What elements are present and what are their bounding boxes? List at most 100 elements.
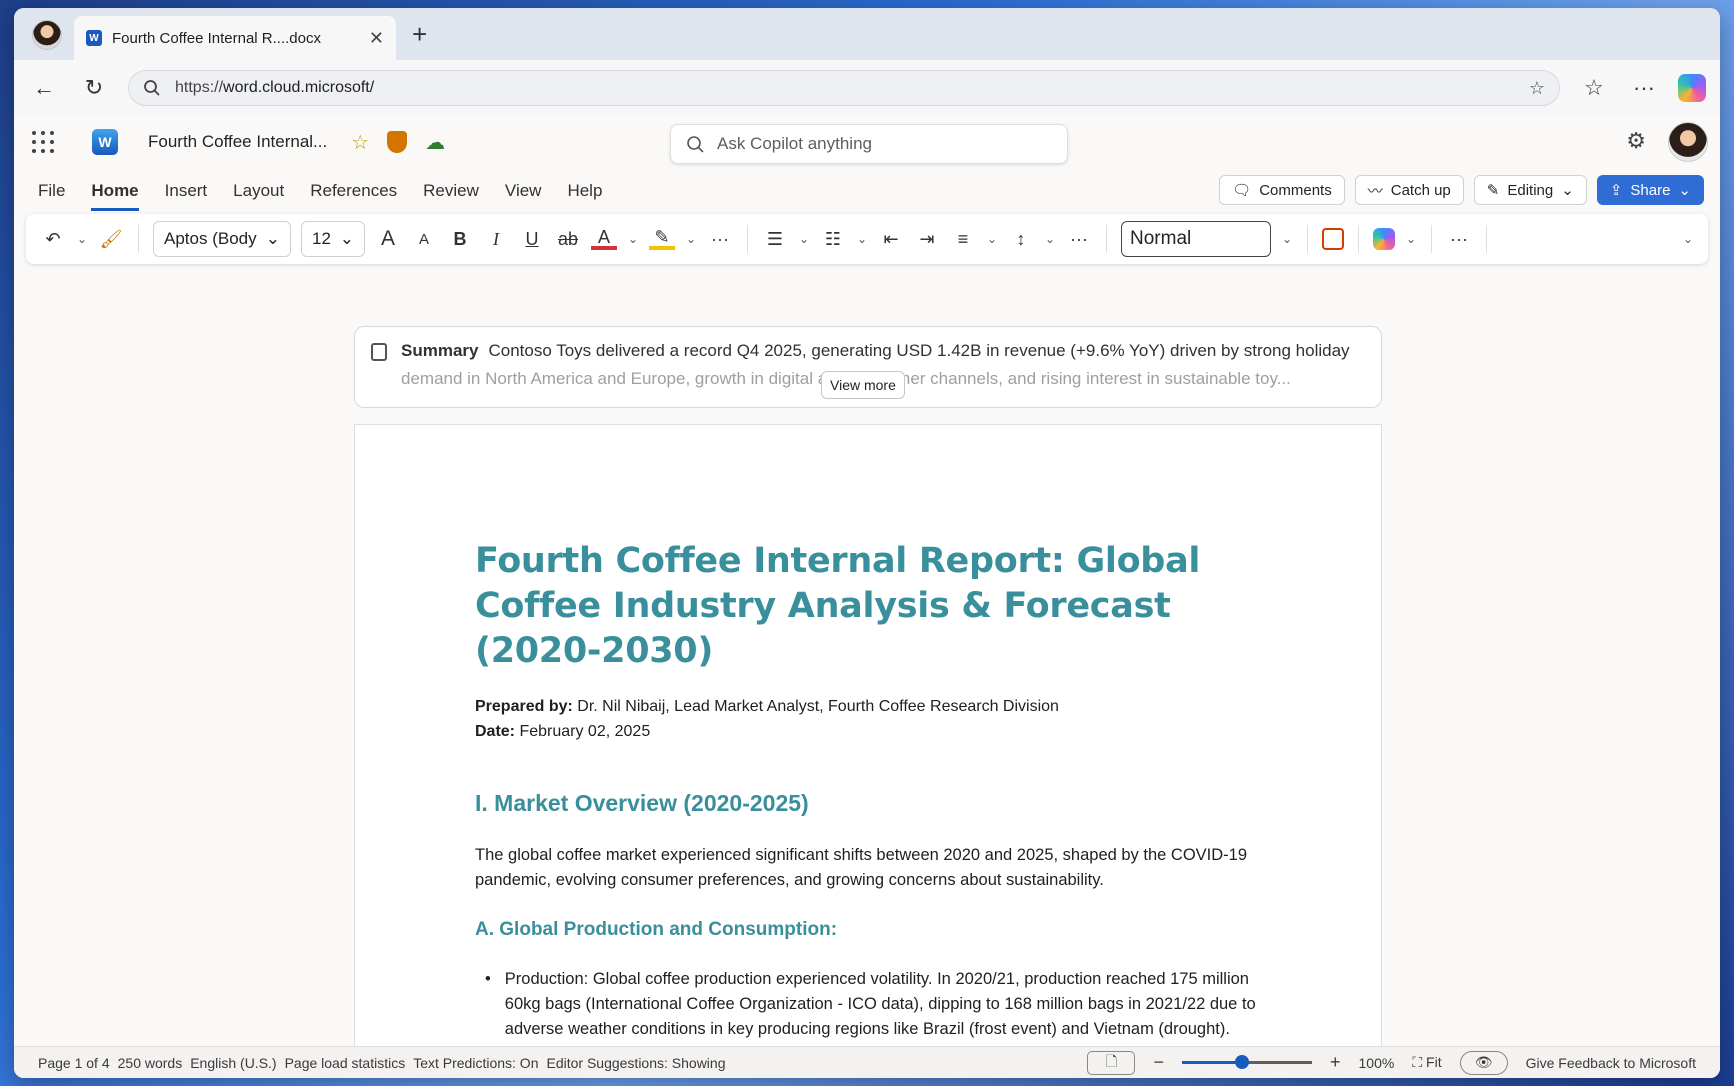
more-commands-icon[interactable]: ··· — [1446, 229, 1472, 250]
catch-up-button[interactable]: 〰 Catch up — [1354, 175, 1464, 205]
url-text[interactable]: https://word.cloud.microsoft/ — [175, 79, 1515, 97]
favorites-icon[interactable]: ☆ — [1578, 75, 1610, 101]
italic-icon[interactable]: I — [483, 229, 509, 250]
editing-mode-button[interactable]: ✎ Editing ⌄ — [1473, 175, 1587, 205]
ask-copilot-input[interactable]: Ask Copilot anything — [670, 124, 1068, 164]
more-font-options-icon[interactable]: ··· — [707, 229, 733, 250]
saved-cloud-icon[interactable]: ☁ — [425, 130, 445, 155]
settings-gear-icon[interactable]: ⚙ — [1626, 128, 1646, 154]
font-size-select[interactable]: 12 ⌄ — [301, 221, 365, 257]
list-item[interactable]: • Production: Global coffee production e… — [475, 967, 1261, 1046]
strikethrough-icon[interactable]: ab — [555, 229, 581, 250]
bullets-icon[interactable]: ☰ — [762, 229, 788, 250]
tab-home[interactable]: Home — [91, 171, 139, 211]
new-tab-icon[interactable]: + — [412, 19, 427, 50]
grow-font-icon[interactable]: A — [375, 227, 401, 251]
app-launcher-icon[interactable] — [32, 131, 54, 153]
tab-help[interactable]: Help — [567, 171, 602, 211]
refresh-icon[interactable]: ↻ — [78, 75, 110, 101]
page-load-statistics[interactable]: Page load statistics — [285, 1055, 406, 1071]
align-dropdown-icon[interactable]: ⌄ — [986, 232, 998, 246]
bold-icon[interactable]: B — [447, 229, 473, 250]
tab-view[interactable]: View — [505, 171, 542, 211]
font-color-dropdown-icon[interactable]: ⌄ — [627, 232, 639, 246]
favorite-star-icon[interactable]: ☆ — [351, 130, 369, 155]
section-heading[interactable]: I. Market Overview (2020-2025) — [475, 790, 1261, 817]
tab-insert[interactable]: Insert — [165, 171, 208, 211]
more-options-icon[interactable]: ··· — [1628, 75, 1660, 101]
tab-references[interactable]: References — [310, 171, 397, 211]
page-view-button[interactable]: 🗋 — [1087, 1050, 1136, 1075]
fit-button[interactable]: ⛶ Fit — [1412, 1054, 1441, 1071]
word-count[interactable]: 250 words — [118, 1055, 183, 1071]
account-avatar[interactable] — [1668, 122, 1708, 162]
line-spacing-dropdown-icon[interactable]: ⌄ — [1044, 232, 1056, 246]
styles-gallery-icon[interactable] — [1322, 228, 1344, 250]
comments-button[interactable]: 🗨 Comments — [1219, 175, 1345, 205]
font-size-value: 12 — [312, 229, 331, 248]
numbering-icon[interactable]: ☷ — [820, 229, 846, 250]
bullets-dropdown-icon[interactable]: ⌄ — [798, 232, 810, 246]
underline-icon[interactable]: U — [519, 229, 545, 250]
editor-suggestions[interactable]: Editor Suggestions: Showing — [546, 1055, 725, 1071]
text-predictions[interactable]: Text Predictions: On — [413, 1055, 538, 1071]
format-painter-icon[interactable]: 🖌 — [98, 229, 124, 250]
align-icon[interactable]: ≡ — [950, 229, 976, 250]
line-spacing-icon[interactable]: ↕ — [1008, 229, 1034, 250]
chevron-down-icon: ⌄ — [339, 229, 354, 248]
copilot-toolbar-icon[interactable] — [1373, 228, 1395, 250]
tab-review[interactable]: Review — [423, 171, 479, 211]
zoom-level[interactable]: 100% — [1359, 1055, 1395, 1071]
numbering-dropdown-icon[interactable]: ⌄ — [856, 232, 868, 246]
expand-ribbon-icon[interactable]: ⌄ — [1682, 232, 1694, 246]
language[interactable]: English (U.S.) — [190, 1055, 276, 1071]
copilot-search-icon — [687, 136, 704, 153]
browser-tab[interactable]: W Fourth Coffee Internal R....docx ✕ — [74, 16, 396, 60]
font-name-select[interactable]: Aptos (Body ⌄ — [153, 221, 291, 257]
zoom-in-button[interactable]: + — [1330, 1052, 1341, 1073]
back-icon[interactable]: ← — [28, 75, 60, 101]
list-item-text: Production: Global coffee production exp… — [504, 970, 1256, 1046]
focus-mode-button[interactable]: 👁 — [1459, 1050, 1508, 1075]
feedback-link[interactable]: Give Feedback to Microsoft — [1526, 1055, 1696, 1071]
address-bar[interactable]: https://word.cloud.microsoft/ ☆ — [128, 70, 1560, 106]
close-tab-icon[interactable]: ✕ — [369, 28, 384, 49]
browser-profile-avatar[interactable] — [32, 20, 62, 50]
increase-indent-icon[interactable]: ⇥ — [914, 229, 940, 250]
address-bar-row: ← ↻ https://word.cloud.microsoft/ ☆ ☆ ··… — [14, 60, 1720, 116]
zoom-slider[interactable] — [1182, 1055, 1312, 1069]
zoom-out-button[interactable]: − — [1153, 1052, 1164, 1073]
tab-layout[interactable]: Layout — [233, 171, 284, 211]
copilot-dropdown-icon[interactable]: ⌄ — [1405, 232, 1417, 246]
undo-dropdown-icon[interactable]: ⌄ — [76, 232, 88, 246]
sensitivity-shield-icon[interactable] — [387, 131, 408, 153]
subsection-heading[interactable]: A. Global Production and Consumption: — [475, 919, 1261, 941]
style-select[interactable]: Normal — [1121, 221, 1271, 257]
highlight-icon[interactable]: ✎ — [649, 228, 675, 250]
share-button[interactable]: ⇪ Share ⌄ — [1596, 175, 1704, 205]
zoom-slider-thumb[interactable] — [1234, 1055, 1249, 1069]
editing-label: Editing — [1507, 181, 1554, 199]
document-title[interactable]: Fourth Coffee Internal Report: Global Co… — [475, 539, 1261, 674]
tab-file[interactable]: File — [38, 171, 65, 211]
view-more-button[interactable]: View more — [821, 371, 905, 399]
copilot-icon[interactable] — [1678, 74, 1706, 102]
font-name-value: Aptos (Body — [164, 229, 257, 248]
document-meta[interactable]: Prepared by: Dr. Nil Nibaij, Lead Market… — [475, 694, 1261, 744]
undo-icon[interactable]: ↶ — [40, 229, 66, 250]
add-favorite-icon[interactable]: ☆ — [1529, 78, 1545, 99]
tab-strip: W Fourth Coffee Internal R....docx ✕ + — [14, 8, 1720, 60]
chevron-down-icon: ⌄ — [1678, 182, 1691, 199]
decrease-indent-icon[interactable]: ⇤ — [878, 229, 904, 250]
shrink-font-icon[interactable]: A — [411, 231, 437, 248]
page-count[interactable]: Page 1 of 4 — [38, 1055, 110, 1071]
document-canvas[interactable]: Summary Contoso Toys delivered a record Q… — [14, 316, 1720, 1046]
highlight-dropdown-icon[interactable]: ⌄ — [685, 232, 697, 246]
word-logo-icon[interactable]: W — [92, 129, 118, 155]
paragraph[interactable]: The global coffee market experienced sig… — [475, 843, 1261, 893]
styles-dropdown-icon[interactable]: ⌄ — [1281, 232, 1293, 246]
document-name[interactable]: Fourth Coffee Internal... — [148, 132, 327, 152]
document-page[interactable]: Fourth Coffee Internal Report: Global Co… — [354, 424, 1382, 1046]
more-paragraph-options-icon[interactable]: ··· — [1066, 229, 1092, 250]
font-color-icon[interactable]: A — [591, 228, 617, 250]
